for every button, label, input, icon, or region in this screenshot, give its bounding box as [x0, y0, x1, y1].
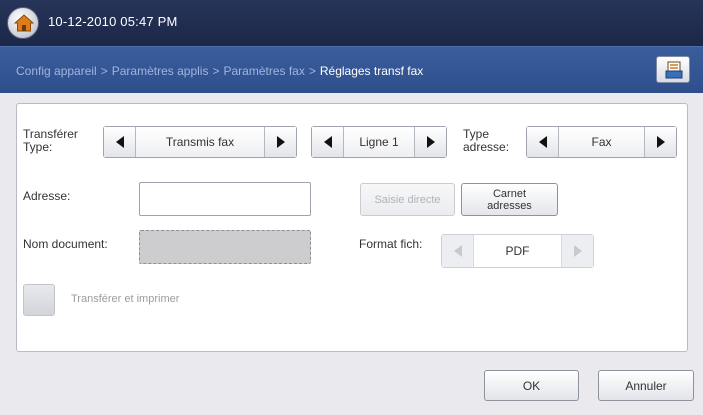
breadcrumb-item-fax-settings: Paramètres fax — [223, 64, 305, 78]
arrow-left-icon — [115, 136, 124, 148]
file-format-value: PDF — [474, 235, 561, 267]
breadcrumb-item-config: Config appareil — [16, 64, 97, 78]
address-type-prev-button[interactable] — [527, 127, 559, 157]
transfer-type-value: Transmis fax — [165, 135, 235, 149]
arrow-right-icon — [573, 245, 582, 257]
breadcrumb-bar: Config appareil > Paramètres applis > Paramè… — [0, 46, 703, 93]
arrow-right-icon — [656, 136, 665, 148]
line-spinner: Ligne 1 — [311, 126, 447, 158]
address-input[interactable] — [139, 182, 311, 216]
breadcrumb-separator: > — [212, 64, 220, 78]
cancel-button[interactable]: Annuler — [598, 370, 694, 401]
file-format-prev-button[interactable] — [442, 235, 474, 267]
direct-entry-button[interactable]: Saisie directe — [360, 183, 455, 216]
top-bar: 10-12-2010 05:47 PM — [0, 0, 703, 46]
file-format-spinner: PDF — [441, 234, 594, 268]
datetime-display: 10-12-2010 05:47 PM — [48, 14, 178, 29]
address-label: Adresse: — [23, 189, 71, 203]
address-type-value: Fax — [591, 135, 612, 149]
transfer-type-label: Transférer Type: — [23, 127, 78, 154]
breadcrumb-separator: > — [308, 64, 316, 78]
address-type-next-button[interactable] — [644, 127, 676, 157]
home-button[interactable] — [7, 7, 39, 39]
file-format-label: Format fich: — [359, 237, 423, 251]
breadcrumb-item-app-settings: Paramètres applis — [111, 64, 209, 78]
file-format-next-button[interactable] — [561, 235, 593, 267]
transfer-and-print-label: Transférer et imprimer — [71, 293, 180, 305]
breadcrumb-current: Réglages transf fax — [319, 64, 424, 78]
address-book-button[interactable]: Carnet adresses — [461, 183, 558, 216]
arrow-left-icon — [453, 245, 462, 257]
transfer-type-spinner: Transmis fax — [103, 126, 297, 158]
line-value: Ligne 1 — [359, 135, 399, 149]
home-icon — [14, 14, 34, 32]
breadcrumb-separator: > — [100, 64, 108, 78]
arrow-right-icon — [426, 136, 435, 148]
job-status-icon — [665, 61, 683, 79]
ok-button[interactable]: OK — [484, 370, 579, 401]
breadcrumb: Config appareil > Paramètres applis > Paramè… — [16, 64, 423, 78]
address-type-spinner: Fax — [526, 126, 677, 158]
transfer-type-next-button[interactable] — [264, 127, 296, 157]
transfer-type-prev-button[interactable] — [104, 127, 136, 157]
job-status-button[interactable] — [656, 56, 690, 83]
line-prev-button[interactable] — [312, 127, 344, 157]
arrow-left-icon — [538, 136, 547, 148]
arrow-right-icon — [276, 136, 285, 148]
document-name-input[interactable] — [139, 230, 311, 264]
address-type-label: Type adresse: — [463, 127, 510, 154]
transfer-and-print-checkbox[interactable] — [23, 284, 55, 316]
line-next-button[interactable] — [414, 127, 446, 157]
settings-panel: Transférer Type: Transmis fax Ligne 1 Ty… — [16, 103, 688, 352]
arrow-left-icon — [323, 136, 332, 148]
document-name-label: Nom document: — [23, 237, 108, 251]
